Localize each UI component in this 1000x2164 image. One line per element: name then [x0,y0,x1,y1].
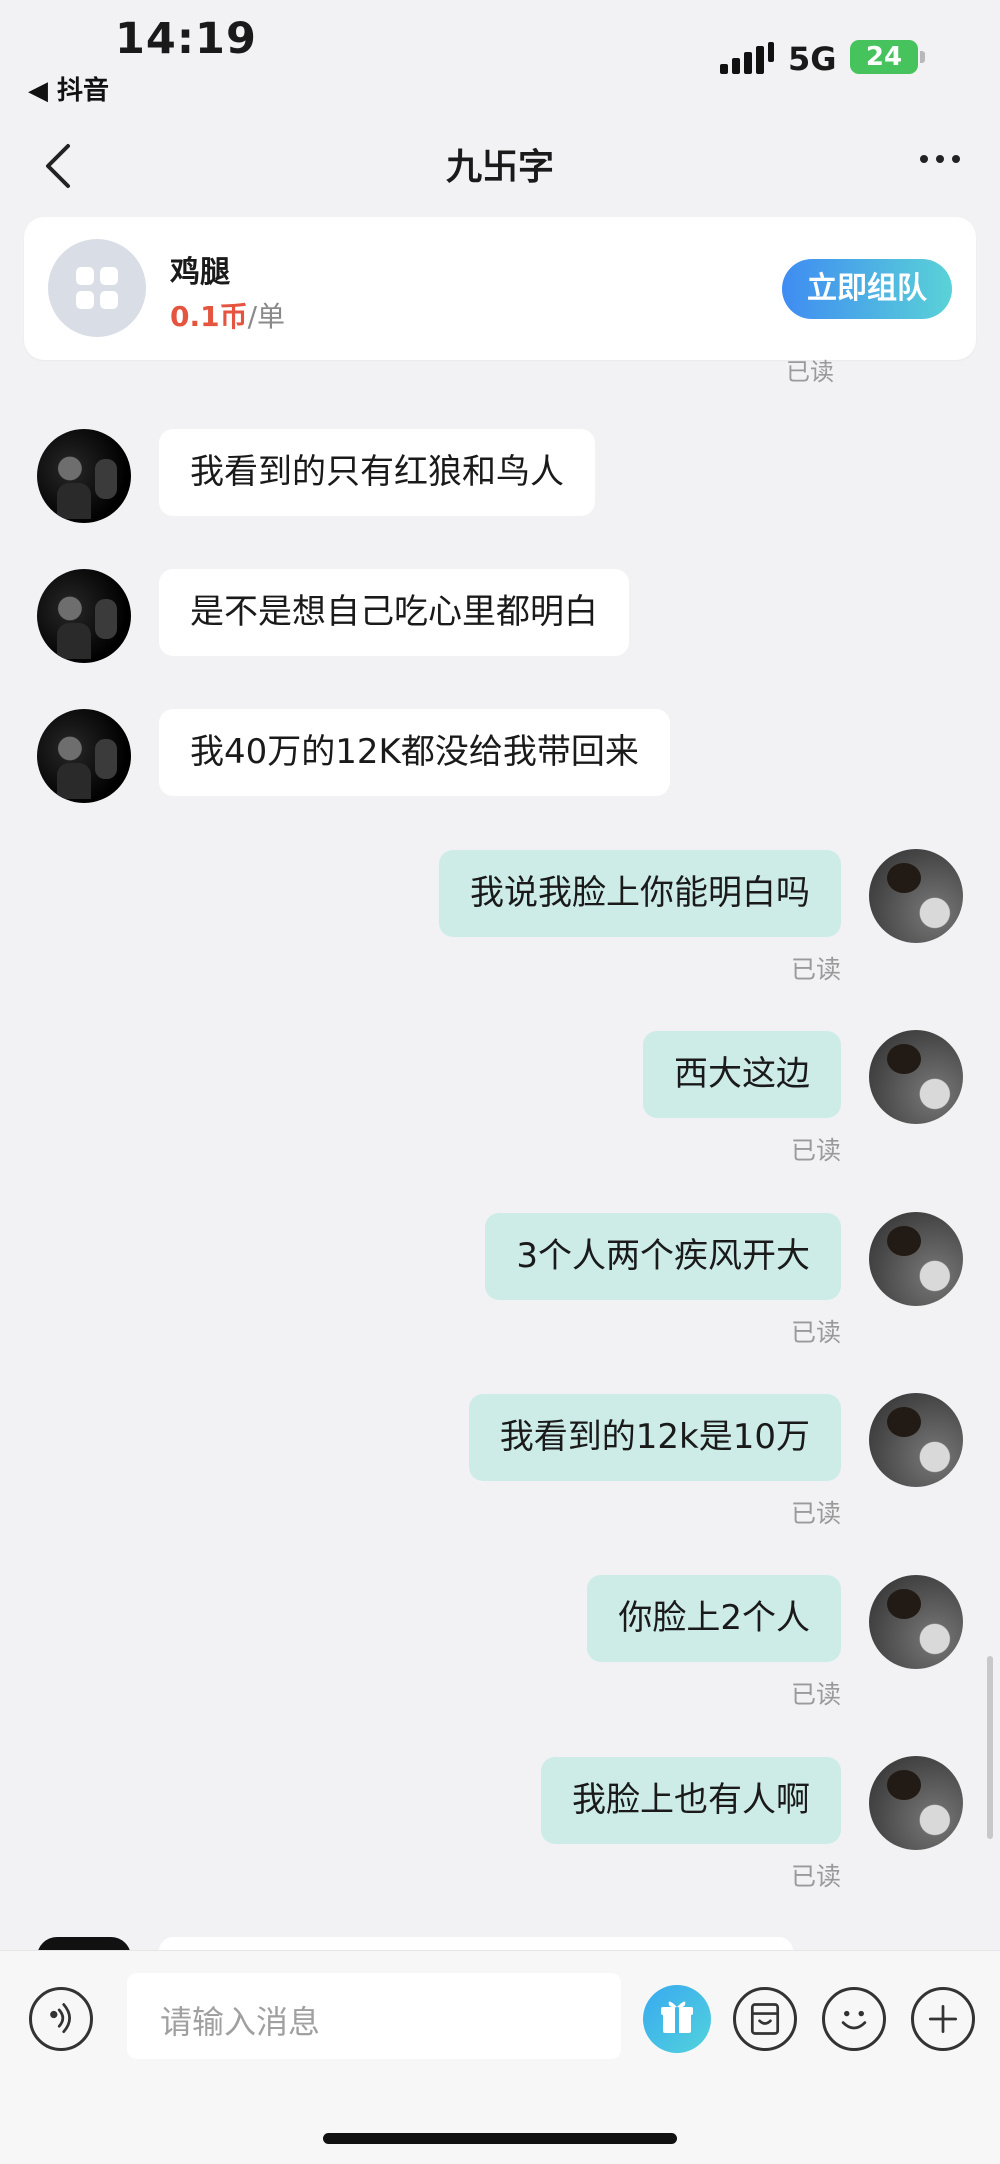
team-up-card: 鸡腿 0.1币/单 立即组队 [24,217,976,360]
read-status: 已读 [786,358,834,386]
avatar[interactable] [869,1756,963,1850]
home-indicator[interactable] [323,2133,677,2144]
card-price: 0.1币/单 [170,295,285,335]
avatar[interactable] [869,1393,963,1487]
signal-icon [720,42,774,74]
scrollbar[interactable] [987,1656,993,1839]
message-input-placeholder: 请输入消息 [160,2003,321,2041]
more-dots-icon[interactable] [920,148,970,168]
back-to-app-link[interactable]: ◀ 抖音 [28,70,109,107]
chat-header: 九卐字 [0,118,1000,208]
avatar[interactable] [37,709,131,803]
avatar[interactable] [37,429,131,523]
gift-icon[interactable] [643,1985,711,2053]
read-status: 已读 [790,1499,841,1528]
read-status: 已读 [790,1318,841,1347]
voice-icon[interactable] [29,1987,93,2051]
avatar[interactable] [37,569,131,663]
message-bubble-outgoing[interactable]: 我脸上也有人啊 [541,1757,841,1844]
message-bubble-outgoing[interactable]: 你脸上2个人 [587,1575,841,1662]
read-status: 已读 [790,1680,841,1709]
smiley-icon[interactable] [822,1987,886,2051]
grid-icon [48,239,146,337]
avatar[interactable] [869,1030,963,1124]
message-bubble-incoming[interactable]: 我看到的只有红狼和鸟人 [159,429,595,516]
avatar[interactable] [869,1212,963,1306]
read-status: 已读 [790,955,841,984]
plus-icon[interactable] [911,1987,975,2051]
network-label: 5G [788,40,837,78]
avatar[interactable] [869,849,963,943]
emoji-pack-icon[interactable] [733,1987,797,2051]
price-value: 0.1币 [170,300,248,333]
status-bar: 14:19 ◀ 抖音 5G 24 [0,0,1000,110]
read-status: 已读 [790,1136,841,1165]
card-item-name: 鸡腿 [170,255,230,290]
read-status: 已读 [790,1862,841,1891]
battery-indicator: 24 [850,40,925,74]
message-input[interactable]: 请输入消息 [127,1973,621,2059]
message-bubble-incoming[interactable]: 我40万的12K都没给我带回来 [159,709,670,796]
message-bubble-incoming[interactable]: 是不是想自己吃心里都明白 [159,569,629,656]
message-bubble-outgoing[interactable]: 我看到的12k是10万 [468,1394,841,1481]
status-time: 14:19 [115,14,257,64]
avatar[interactable] [869,1575,963,1669]
message-bubble-outgoing[interactable]: 我说我脸上你能明白吗 [439,850,841,937]
message-bubble-outgoing[interactable]: 西大这边 [643,1031,841,1118]
message-bubble-outgoing[interactable]: 3个人两个疾风开大 [485,1213,841,1300]
price-unit: /单 [247,300,286,333]
chat-title: 九卐字 [445,147,554,188]
team-up-button[interactable]: 立即组队 [782,259,952,319]
